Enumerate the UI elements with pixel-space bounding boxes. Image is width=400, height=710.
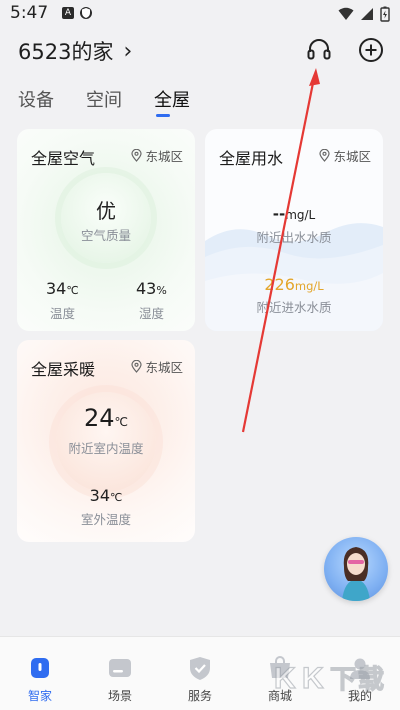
home-selector[interactable]: 6523的家 › bbox=[18, 36, 132, 66]
indoor-temperature-value: 24℃ bbox=[83, 404, 129, 432]
virtual-assistant-avatar[interactable] bbox=[324, 537, 388, 601]
tab-devices[interactable]: 设备 bbox=[18, 86, 54, 112]
card-location: 东城区 bbox=[131, 357, 183, 376]
home-name: 6523的家 bbox=[18, 40, 114, 64]
whole-house-air-card[interactable]: 全屋空气 东城区 优 空气质量 34℃ 温度 43% 湿度 bbox=[17, 129, 195, 331]
assistant-figure-icon bbox=[342, 547, 370, 601]
wifi-icon bbox=[338, 7, 354, 20]
watermark-logo: KK 下载 bbox=[272, 652, 392, 708]
temperature-value: 34℃ bbox=[46, 279, 79, 298]
nav-services[interactable]: 服务 bbox=[168, 655, 232, 704]
card-title: 全屋空气 bbox=[31, 149, 96, 168]
signal-icon bbox=[361, 8, 373, 20]
card-location: 东城区 bbox=[131, 146, 183, 165]
temperature-label: 温度 bbox=[50, 306, 76, 321]
location-pin-icon bbox=[319, 149, 331, 162]
home-icon bbox=[31, 658, 49, 678]
air-quality-label: 空气质量 bbox=[80, 228, 131, 243]
svg-text:载: 载 bbox=[358, 664, 384, 694]
status-right-icons bbox=[338, 6, 390, 22]
inlet-water-value: 226mg/L bbox=[264, 275, 324, 294]
svg-text:下: 下 bbox=[330, 664, 356, 694]
tab-whole-house[interactable]: 全屋 bbox=[154, 86, 190, 117]
headset-icon[interactable] bbox=[305, 36, 333, 64]
svg-text:K: K bbox=[302, 662, 324, 695]
status-time: 5:47 bbox=[10, 3, 49, 23]
indoor-temperature-label: 附近室内温度 bbox=[68, 441, 144, 456]
outlet-water-label: 附近出水水质 bbox=[256, 230, 332, 245]
notification-app-icon: A bbox=[62, 7, 74, 19]
air-quality-value: 优 bbox=[96, 199, 116, 223]
location-label: 东城区 bbox=[145, 360, 183, 375]
whole-house-heating-card[interactable]: 全屋采暖 东城区 24℃ 附近室内温度 34℃ 室外温度 bbox=[17, 340, 195, 542]
service-icon bbox=[190, 657, 210, 680]
status-bar: 5:47 A bbox=[0, 0, 400, 30]
whole-house-water-card[interactable]: 全屋用水 东城区 --mg/L 附近出水水质 226mg/L 附近进水水质 bbox=[205, 129, 383, 331]
chevron-right-icon: › bbox=[123, 38, 133, 64]
outdoor-temperature-value: 34℃ bbox=[89, 486, 123, 505]
location-pin-icon bbox=[131, 360, 143, 373]
location-label: 东城区 bbox=[145, 149, 183, 164]
card-title: 全屋用水 bbox=[219, 149, 284, 168]
battery-icon bbox=[380, 6, 390, 22]
shield-icon bbox=[80, 7, 92, 19]
humidity-value: 43% bbox=[136, 279, 167, 298]
view-tabs: 设备 空间 全屋 bbox=[18, 86, 190, 117]
outdoor-temperature-label: 室外温度 bbox=[80, 512, 131, 527]
card-title: 全屋采暖 bbox=[31, 360, 96, 379]
location-label: 东城区 bbox=[333, 149, 371, 164]
tab-spaces[interactable]: 空间 bbox=[86, 86, 122, 112]
humidity-label: 湿度 bbox=[139, 306, 165, 321]
location-pin-icon bbox=[131, 149, 143, 162]
outlet-water-value: --mg/L bbox=[272, 205, 316, 223]
inlet-water-label: 附近进水水质 bbox=[256, 300, 332, 315]
svg-text:K: K bbox=[274, 662, 296, 695]
card-location: 东城区 bbox=[319, 146, 371, 165]
add-icon[interactable] bbox=[357, 36, 385, 64]
nav-scenes[interactable]: 场景 bbox=[88, 655, 152, 704]
nav-smart-home[interactable]: 智家 bbox=[8, 655, 72, 704]
scene-icon bbox=[109, 659, 131, 677]
